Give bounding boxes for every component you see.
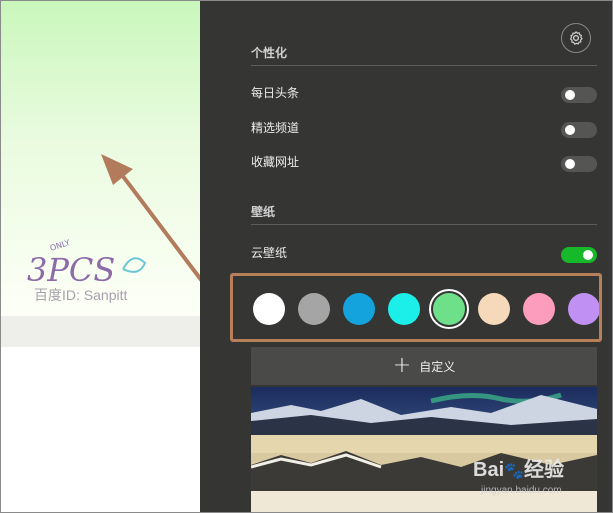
preview-pane: ONLY 3PCS 百度ID: Sanpitt — [1, 1, 200, 512]
divider — [251, 224, 597, 225]
toggle-featured-channels[interactable] — [561, 122, 597, 138]
section-title-wallpaper: 壁纸 — [251, 205, 276, 219]
plus-icon: + — [392, 353, 412, 378]
preview-band — [1, 316, 200, 347]
row-label-daily-headlines: 每日头条 — [251, 86, 300, 100]
row-label-cloud-wallpaper: 云壁纸 — [251, 246, 288, 260]
baidu-url: jingyan.baidu.com — [481, 485, 562, 496]
gear-icon — [569, 31, 583, 45]
preview-blank — [1, 347, 200, 512]
row-label-bookmarks: 收藏网址 — [251, 155, 300, 169]
settings-button[interactable] — [561, 23, 591, 53]
settings-panel: 个性化 每日头条 精选频道 收藏网址 壁纸 云壁纸 + 自定义 — [200, 1, 612, 512]
toggle-bookmarks[interactable] — [561, 156, 597, 172]
baidu-brand: Bai — [473, 459, 505, 481]
wallpaper-thumbnail-aurora[interactable] — [251, 387, 597, 435]
divider — [251, 65, 597, 66]
baidu-suffix: 经验 — [524, 459, 565, 481]
swatch-highlight-box — [230, 273, 602, 342]
custom-wallpaper-label: 自定义 — [419, 359, 456, 374]
watermark-logo-icon: ONLY 3PCS — [27, 239, 147, 289]
toggle-daily-headlines[interactable] — [561, 87, 597, 103]
row-label-featured-channels: 精选频道 — [251, 121, 300, 135]
custom-wallpaper-button[interactable]: + 自定义 — [251, 347, 597, 385]
section-title-personalize: 个性化 — [251, 46, 288, 60]
watermark-logo-text: 3PCS — [27, 251, 115, 289]
app-frame: ONLY 3PCS 百度ID: Sanpitt 个性化 每日头条 精选频道 收藏… — [0, 0, 613, 513]
baidu-watermark: Bai🐾经验 — [473, 459, 565, 481]
watermark-id: 百度ID: Sanpitt — [34, 287, 128, 303]
toggle-cloud-wallpaper[interactable] — [561, 247, 597, 263]
